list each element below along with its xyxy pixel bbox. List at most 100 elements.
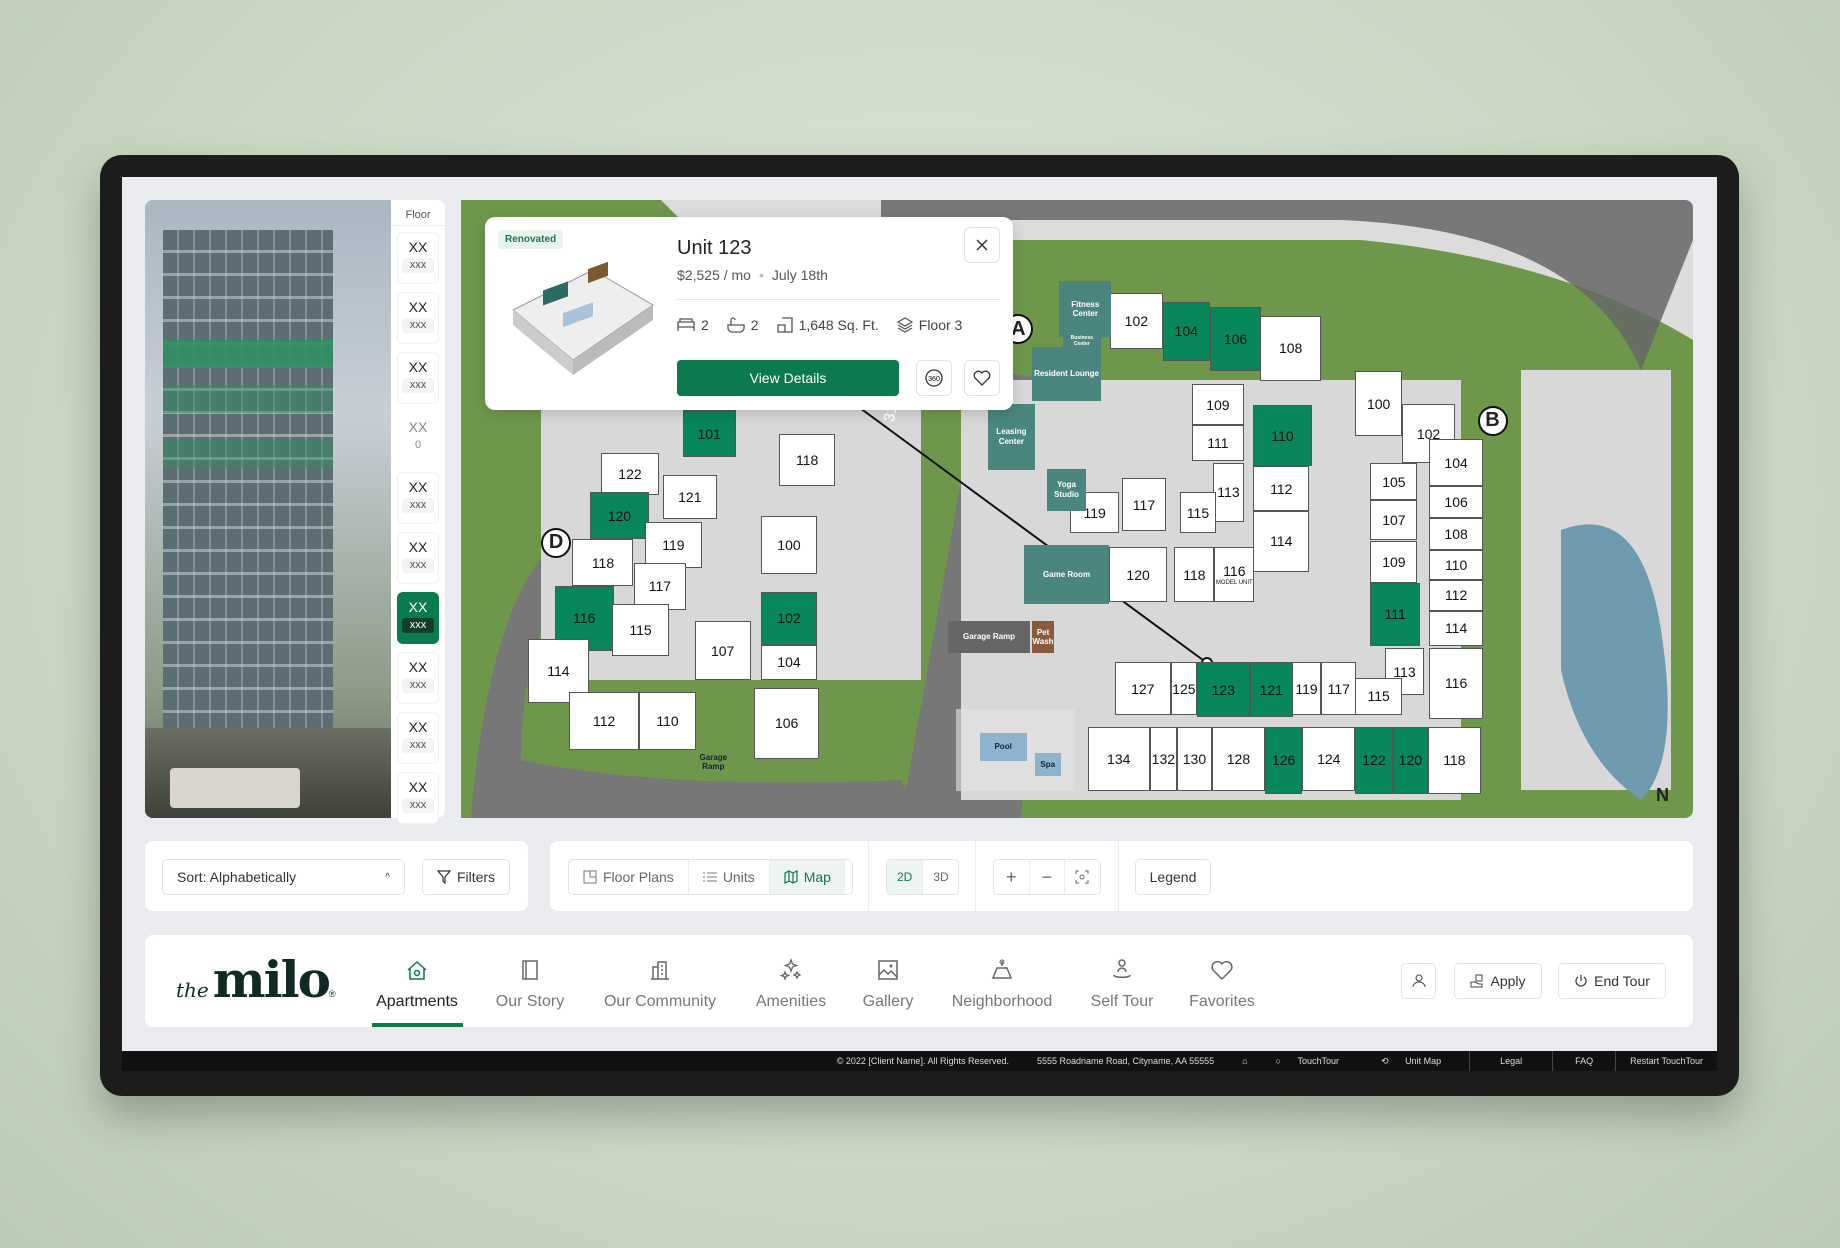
- end-tour-button[interactable]: End Tour: [1558, 963, 1666, 999]
- map-unit[interactable]: 116 MODEL UNIT: [1214, 547, 1255, 603]
- map-unit[interactable]: 106: [754, 688, 819, 759]
- apply-button[interactable]: Apply: [1454, 963, 1542, 999]
- map-unit[interactable]: 108: [1429, 518, 1484, 550]
- nav-apartments[interactable]: Apartments: [352, 955, 482, 1011]
- map-unit[interactable]: 110: [639, 691, 696, 751]
- unitmap-link[interactable]: ⟲ Unit Map: [1367, 1056, 1469, 1067]
- map-unit[interactable]: 113: [1213, 462, 1244, 522]
- mode-2d[interactable]: 2D: [887, 860, 924, 894]
- floor-item[interactable]: XX xxx: [397, 652, 439, 704]
- map-unit[interactable]: 118: [1427, 726, 1481, 794]
- amenity-label[interactable]: Fitness Center: [1059, 280, 1112, 338]
- map-unit[interactable]: 117: [1321, 662, 1357, 716]
- map-unit[interactable]: 118: [572, 539, 634, 587]
- map-unit[interactable]: 107: [1370, 500, 1418, 541]
- map-unit[interactable]: 102: [1109, 292, 1163, 350]
- amenity-label[interactable]: Garage Ramp: [948, 621, 1031, 653]
- map-unit[interactable]: 112: [1253, 466, 1310, 511]
- favorite-button[interactable]: [964, 360, 1000, 396]
- close-button[interactable]: [964, 227, 1000, 263]
- map-unit[interactable]: 104: [761, 644, 817, 680]
- amenity-label[interactable]: Pool: [979, 732, 1027, 761]
- legend-button[interactable]: Legend: [1135, 859, 1211, 895]
- floor-item[interactable]: XX xxx: [397, 772, 439, 824]
- amenity-label[interactable]: Business Center: [1063, 335, 1101, 347]
- map-unit[interactable]: 115: [612, 603, 669, 657]
- map-unit[interactable]: 101: [682, 410, 736, 457]
- map-unit[interactable]: 110: [1253, 405, 1312, 467]
- map-unit[interactable]: 104: [1162, 302, 1210, 361]
- floor-item[interactable]: XX xxx: [397, 592, 439, 644]
- map-unit[interactable]: 105: [1370, 462, 1418, 501]
- sort-select[interactable]: Sort: Alphabetically ^: [162, 859, 405, 895]
- amenity-label[interactable]: Garage Ramp: [692, 750, 734, 773]
- view-details-button[interactable]: View Details: [677, 360, 899, 396]
- map-unit[interactable]: 118: [779, 433, 836, 487]
- mode-3d[interactable]: 3D: [923, 860, 958, 894]
- map-unit[interactable]: 107: [694, 621, 751, 680]
- map-unit[interactable]: 126: [1264, 726, 1303, 794]
- map-unit[interactable]: 124: [1302, 726, 1356, 792]
- map-unit[interactable]: 112: [568, 691, 640, 751]
- amenity-label[interactable]: Resident Lounge: [1032, 346, 1101, 401]
- map-unit[interactable]: 117: [1121, 478, 1167, 531]
- tour-360-button[interactable]: 360: [916, 360, 952, 396]
- map-unit[interactable]: 112: [1429, 580, 1484, 611]
- amenity-label[interactable]: Game Room: [1024, 545, 1109, 604]
- floor-item[interactable]: XX xxx: [397, 232, 439, 284]
- amenity-label[interactable]: Pet Wash: [1032, 621, 1054, 653]
- map-unit[interactable]: 109: [1192, 384, 1244, 426]
- nav-our-story[interactable]: Our Story: [465, 955, 595, 1011]
- filters-button[interactable]: Filters: [422, 859, 510, 895]
- map-unit[interactable]: 104: [1429, 439, 1484, 487]
- map-unit[interactable]: 114: [1429, 610, 1484, 646]
- map-unit[interactable]: 100: [1355, 371, 1403, 436]
- touchtour-link[interactable]: ○ TouchTour: [1262, 1056, 1367, 1066]
- map-unit[interactable]: 130: [1176, 726, 1213, 792]
- amenity-label[interactable]: Yoga Studio: [1046, 468, 1087, 511]
- map-unit[interactable]: 108: [1260, 316, 1322, 381]
- map-unit[interactable]: 115: [1355, 677, 1403, 716]
- map-unit[interactable]: 106: [1429, 486, 1484, 518]
- milo-logo[interactable]: the milo ®: [176, 950, 336, 1009]
- map-unit[interactable]: 102: [761, 591, 817, 645]
- map-unit[interactable]: 120: [590, 492, 649, 540]
- map-unit[interactable]: 122: [600, 453, 660, 495]
- building-marker[interactable]: B: [1477, 405, 1508, 436]
- amenity-label[interactable]: Leasing Center: [987, 404, 1035, 470]
- map-unit[interactable]: 116: [1429, 648, 1484, 719]
- zoom-in-button[interactable]: +: [994, 860, 1030, 894]
- floor-item[interactable]: XX xxx: [397, 712, 439, 764]
- map-unit[interactable]: 117: [633, 562, 687, 610]
- view-floor-plans[interactable]: Floor Plans: [569, 860, 689, 894]
- nav-gallery[interactable]: Gallery: [823, 955, 953, 1011]
- map-unit[interactable]: 132: [1149, 726, 1177, 792]
- map-unit[interactable]: 128: [1212, 726, 1265, 792]
- floor-item[interactable]: XX xxx: [397, 532, 439, 584]
- building-marker[interactable]: D: [541, 527, 572, 558]
- map-unit[interactable]: 111: [1192, 425, 1244, 461]
- map-unit[interactable]: 118: [1174, 547, 1215, 603]
- map-unit[interactable]: 121: [662, 474, 717, 520]
- map-unit[interactable]: 110: [1429, 549, 1484, 581]
- map-unit[interactable]: 119: [645, 521, 702, 569]
- map-unit[interactable]: 134: [1087, 726, 1150, 792]
- map-unit[interactable]: 100: [761, 515, 817, 575]
- map-unit[interactable]: 111: [1370, 582, 1420, 646]
- map-unit[interactable]: 119: [1291, 662, 1322, 716]
- legal-link[interactable]: Legal: [1470, 1056, 1552, 1066]
- map-unit[interactable]: 114: [1253, 510, 1310, 572]
- map-unit[interactable]: 115: [1180, 492, 1216, 534]
- map-unit[interactable]: 125: [1170, 662, 1197, 716]
- map-unit[interactable]: 122: [1355, 726, 1393, 794]
- map-unit[interactable]: 123: [1196, 662, 1250, 718]
- map-unit[interactable]: 106: [1209, 306, 1262, 372]
- recenter-button[interactable]: [1065, 860, 1099, 894]
- floor-item[interactable]: XX xxx: [397, 352, 439, 404]
- floor-item[interactable]: XX xxx: [397, 472, 439, 524]
- faq-link[interactable]: FAQ: [1553, 1056, 1615, 1066]
- floor-item[interactable]: XX xxx: [397, 292, 439, 344]
- map-unit[interactable]: 120: [1392, 726, 1428, 794]
- amenity-label[interactable]: Spa: [1034, 752, 1061, 777]
- restart-link[interactable]: Restart TouchTour: [1616, 1056, 1717, 1066]
